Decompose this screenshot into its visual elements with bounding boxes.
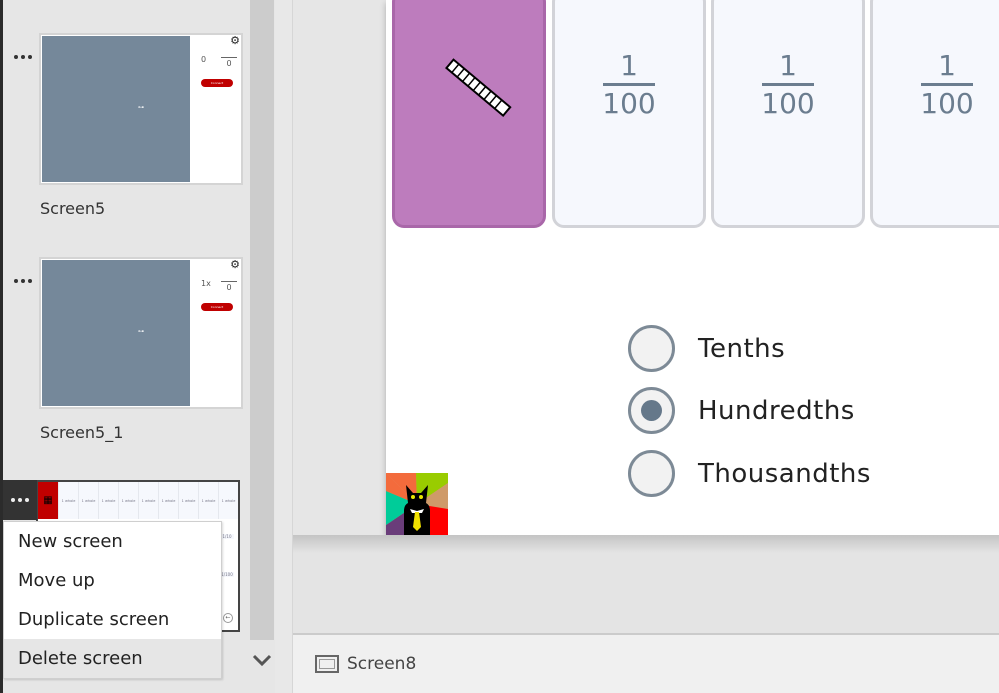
- thumbnail-hundredth: 1/100: [220, 572, 234, 577]
- radio-label: Hundredths: [698, 395, 855, 426]
- current-screen-name[interactable]: Screen8: [347, 654, 416, 674]
- pane-divider: [275, 0, 293, 693]
- fraction-bar: [762, 83, 814, 86]
- radio-option-tenths[interactable]: Tenths: [628, 325, 785, 372]
- screen-more-options-button[interactable]: [11, 50, 35, 64]
- radio-option-thousandths[interactable]: Thousandths: [628, 450, 871, 497]
- fraction: 1 100: [555, 51, 703, 120]
- back-arrow-icon: ←: [223, 613, 233, 623]
- menu-item-delete-screen[interactable]: Delete screen: [4, 639, 221, 678]
- scrollbar-thumb[interactable]: [250, 0, 274, 640]
- chevron-down-icon: [252, 654, 272, 667]
- tile-rod-image[interactable]: [392, 0, 546, 228]
- tile-fraction[interactable]: 1 100: [552, 0, 706, 228]
- fraction-denominator: 100: [602, 87, 656, 120]
- thumbnail-fraction: 0: [221, 57, 237, 68]
- radio-button-checked[interactable]: [628, 387, 675, 434]
- tile-fraction[interactable]: 1 100: [711, 0, 865, 228]
- scroll-down-button[interactable]: [250, 645, 274, 675]
- screen-label: Screen5: [40, 199, 106, 218]
- thumbnail-fraction: 0: [221, 281, 237, 292]
- status-bar: Screen8: [293, 633, 999, 693]
- thumbnail-connect-button: Connect: [201, 79, 233, 87]
- screens-scrollbar[interactable]: [250, 0, 275, 693]
- fraction: 1 100: [873, 51, 999, 120]
- screen-label: Screen5_1: [40, 423, 124, 442]
- gear-icon: ⚙: [230, 258, 240, 271]
- fraction-denominator: 100: [920, 87, 974, 120]
- hundredths-rod-icon: [445, 58, 512, 118]
- menu-item-move-up[interactable]: Move up: [4, 561, 221, 600]
- gear-icon: ⚙: [230, 34, 240, 47]
- fraction-denominator: 100: [761, 87, 815, 120]
- canvas-background: [293, 535, 999, 633]
- ellipsis-icon: [14, 279, 18, 283]
- screen-more-options-button[interactable]: [11, 274, 35, 288]
- business-cat-logo: [386, 473, 448, 535]
- app-canvas: 1 100 1 100 1 100 Tenths Hundredths Thou…: [386, 0, 999, 535]
- thumbnail-canvas: ⊶: [42, 260, 190, 406]
- fraction-bar: [921, 83, 973, 86]
- fraction-numerator: 1: [938, 49, 956, 82]
- menu-item-duplicate-screen[interactable]: Duplicate screen: [4, 600, 221, 639]
- ellipsis-icon: [11, 498, 15, 502]
- fraction-bar: [603, 83, 655, 86]
- thumbnail-connect-button: Connect: [201, 303, 233, 311]
- thumbnail-canvas: ⊶: [42, 36, 190, 182]
- screen-more-options-button-active[interactable]: [3, 480, 37, 520]
- thumbnail-whole-row: 1 whole 1 whole 1 whole 1 whole 1 whole …: [58, 482, 238, 519]
- radio-label: Thousandths: [698, 458, 871, 489]
- thumbnail-tenth: 1/10: [220, 534, 234, 539]
- fraction-numerator: 1: [620, 49, 638, 82]
- fraction: 1 100: [714, 51, 862, 120]
- radio-option-hundredths[interactable]: Hundredths: [628, 387, 855, 434]
- radio-button[interactable]: [628, 325, 675, 372]
- thumbnail-number: 1x: [201, 279, 211, 288]
- thumbnail-grid-icon: ▦: [38, 482, 58, 519]
- tile-fraction[interactable]: 1 100: [870, 0, 999, 228]
- menu-item-new-screen[interactable]: New screen: [4, 522, 221, 561]
- fraction-numerator: 1: [779, 49, 797, 82]
- screen-context-menu: New screen Move up Duplicate screen Dele…: [3, 521, 222, 679]
- power-apps-studio: ⊶ ⚙ 0 0 Connect Screen5 ⊶ ⚙ 1x 0 Connect…: [0, 0, 999, 693]
- screen-thumbnail-screen5-1[interactable]: ⊶ ⚙ 1x 0 Connect: [39, 257, 243, 409]
- screen-icon: [315, 655, 339, 673]
- thumbnail-center-glyph: ⊶: [138, 104, 144, 111]
- thumbnail-center-glyph: ⊶: [138, 328, 144, 335]
- radio-label: Tenths: [698, 333, 786, 364]
- ellipsis-icon: [14, 55, 18, 59]
- radio-button[interactable]: [628, 450, 675, 497]
- thumbnail-number: 0: [201, 55, 207, 64]
- screen-thumbnail-screen5[interactable]: ⊶ ⚙ 0 0 Connect: [39, 33, 243, 185]
